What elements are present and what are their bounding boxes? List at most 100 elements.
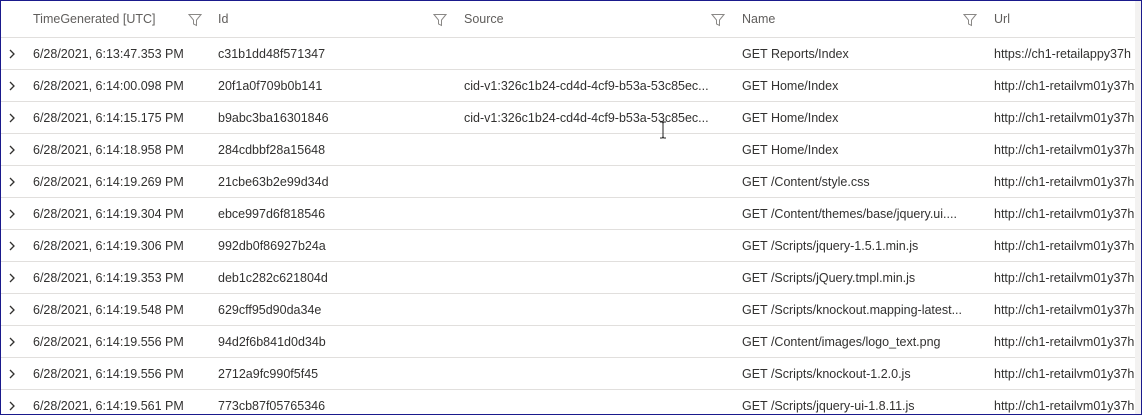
filter-icon[interactable] — [962, 13, 978, 27]
chevron-right-icon[interactable] — [1, 102, 23, 133]
column-header-time[interactable]: TimeGenerated [UTC] — [33, 1, 203, 37]
column-header-source[interactable]: Source — [464, 1, 722, 37]
table-row[interactable]: 6/28/2021, 6:14:19.561 PM 773cb87f0576534… — [1, 390, 1141, 414]
cell-id: 773cb87f05765346 — [218, 390, 448, 414]
cell-url: https://ch1-retailappy37h — [994, 38, 1141, 69]
cell-time-text: 6/28/2021, 6:14:19.306 PM — [33, 238, 184, 253]
cell-id-text: deb1c282c621804d — [218, 270, 328, 285]
cell-time: 6/28/2021, 6:14:19.556 PM — [33, 326, 203, 357]
table-row[interactable]: 6/28/2021, 6:14:19.548 PM 629cff95d90da34… — [1, 294, 1141, 326]
cell-time: 6/28/2021, 6:13:47.353 PM — [33, 38, 203, 69]
cell-source — [464, 38, 722, 69]
column-header-source-label: Source — [464, 12, 504, 26]
cell-source — [464, 326, 722, 357]
filter-icon[interactable] — [187, 13, 203, 27]
table-row[interactable]: 6/28/2021, 6:14:19.556 PM 2712a9fc990f5f4… — [1, 358, 1141, 390]
cell-url-text: https://ch1-retailappy37h — [994, 46, 1131, 61]
cell-name-text: GET /Content/themes/base/jquery.ui.... — [742, 206, 957, 221]
table-row[interactable]: 6/28/2021, 6:14:00.098 PM 20f1a0f709b0b14… — [1, 70, 1141, 102]
cell-id-text: c31b1dd48f571347 — [218, 46, 326, 61]
cell-name-text: GET /Scripts/jquery-1.5.1.min.js — [742, 238, 919, 253]
text-cursor-icon — [658, 121, 668, 139]
chevron-right-icon[interactable] — [1, 70, 23, 101]
cell-source — [464, 198, 722, 229]
cell-name: GET Reports/Index — [742, 38, 978, 69]
cell-url: http://ch1-retailvm01y37h — [994, 166, 1141, 197]
cell-url-text: http://ch1-retailvm01y37h — [994, 270, 1135, 285]
grid-header: TimeGenerated [UTC] Id Source Name Url — [1, 1, 1141, 38]
cell-url: http://ch1-retailvm01y37h — [994, 102, 1141, 133]
cell-time-text: 6/28/2021, 6:14:19.269 PM — [33, 174, 184, 189]
cell-id: 629cff95d90da34e — [218, 294, 448, 325]
chevron-right-icon[interactable] — [1, 294, 23, 325]
column-header-name[interactable]: Name — [742, 1, 978, 37]
cell-url-text: http://ch1-retailvm01y37h — [994, 366, 1135, 381]
cell-name: GET /Scripts/jquery-1.5.1.min.js — [742, 230, 978, 261]
cell-time-text: 6/28/2021, 6:14:19.556 PM — [33, 366, 184, 381]
cell-url: http://ch1-retailvm01y37h — [994, 230, 1141, 261]
cell-source-text: cid-v1:326c1b24-cd4d-4cf9-b53a-53c85ec..… — [464, 78, 709, 93]
filter-icon[interactable] — [710, 13, 726, 27]
cell-time: 6/28/2021, 6:14:19.556 PM — [33, 358, 203, 389]
cell-url-text: http://ch1-retailvm01y37h — [994, 110, 1135, 125]
cell-url: http://ch1-retailvm01y37h — [994, 390, 1141, 414]
cell-name-text: GET Home/Index — [742, 78, 839, 93]
cell-name: GET /Scripts/jQuery.tmpl.min.js — [742, 262, 978, 293]
cell-time: 6/28/2021, 6:14:19.548 PM — [33, 294, 203, 325]
cell-time: 6/28/2021, 6:14:19.306 PM — [33, 230, 203, 261]
vertical-scrollbar[interactable] — [1135, 1, 1141, 414]
cell-id-text: 773cb87f05765346 — [218, 398, 326, 413]
cell-id-text: 21cbe63b2e99d34d — [218, 174, 329, 189]
table-row[interactable]: 6/28/2021, 6:14:18.958 PM 284cdbbf28a1564… — [1, 134, 1141, 166]
cell-url: http://ch1-retailvm01y37h — [994, 134, 1141, 165]
cell-id-text: 992db0f86927b24a — [218, 238, 326, 253]
cell-source — [464, 166, 722, 197]
cell-url-text: http://ch1-retailvm01y37h — [994, 334, 1135, 349]
cell-source — [464, 230, 722, 261]
table-row[interactable]: 6/28/2021, 6:14:19.556 PM 94d2f6b841d0d34… — [1, 326, 1141, 358]
chevron-right-icon[interactable] — [1, 166, 23, 197]
cell-id-text: 2712a9fc990f5f45 — [218, 366, 319, 381]
chevron-right-icon[interactable] — [1, 326, 23, 357]
table-row[interactable]: 6/28/2021, 6:14:19.306 PM 992db0f86927b24… — [1, 230, 1141, 262]
cell-id: deb1c282c621804d — [218, 262, 448, 293]
cell-name-text: GET Reports/Index — [742, 46, 849, 61]
column-header-id[interactable]: Id — [218, 1, 448, 37]
cell-name: GET /Scripts/knockout-1.2.0.js — [742, 358, 978, 389]
cell-id: 992db0f86927b24a — [218, 230, 448, 261]
cell-time-text: 6/28/2021, 6:14:19.556 PM — [33, 334, 184, 349]
table-row[interactable]: 6/28/2021, 6:14:15.175 PM b9abc3ba1630184… — [1, 102, 1141, 134]
cell-id: b9abc3ba16301846 — [218, 102, 448, 133]
cell-id: 21cbe63b2e99d34d — [218, 166, 448, 197]
cell-id: 94d2f6b841d0d34b — [218, 326, 448, 357]
cell-url: http://ch1-retailvm01y37h — [994, 198, 1141, 229]
table-row[interactable]: 6/28/2021, 6:14:19.269 PM 21cbe63b2e99d34… — [1, 166, 1141, 198]
cell-time: 6/28/2021, 6:14:19.269 PM — [33, 166, 203, 197]
chevron-right-icon[interactable] — [1, 38, 23, 69]
cell-time-text: 6/28/2021, 6:14:15.175 PM — [33, 110, 184, 125]
table-row[interactable]: 6/28/2021, 6:13:47.353 PM c31b1dd48f57134… — [1, 38, 1141, 70]
column-header-url[interactable]: Url — [994, 1, 1141, 37]
chevron-right-icon[interactable] — [1, 262, 23, 293]
cell-time-text: 6/28/2021, 6:14:19.548 PM — [33, 302, 184, 317]
cell-id: 2712a9fc990f5f45 — [218, 358, 448, 389]
table-row[interactable]: 6/28/2021, 6:14:19.353 PM deb1c282c621804… — [1, 262, 1141, 294]
cell-id-text: b9abc3ba16301846 — [218, 110, 329, 125]
cell-source — [464, 262, 722, 293]
cell-source — [464, 294, 722, 325]
chevron-right-icon[interactable] — [1, 198, 23, 229]
cell-id: ebce997d6f818546 — [218, 198, 448, 229]
cell-name: GET /Scripts/jquery-ui-1.8.11.js — [742, 390, 978, 414]
filter-icon[interactable] — [432, 13, 448, 27]
chevron-right-icon[interactable] — [1, 390, 23, 414]
chevron-right-icon[interactable] — [1, 134, 23, 165]
cell-name: GET Home/Index — [742, 102, 978, 133]
chevron-right-icon[interactable] — [1, 358, 23, 389]
chevron-right-icon[interactable] — [1, 230, 23, 261]
cell-id: c31b1dd48f571347 — [218, 38, 448, 69]
cell-source-text: cid-v1:326c1b24-cd4d-4cf9-b53a-53c85ec..… — [464, 110, 709, 125]
cell-id-text: 284cdbbf28a15648 — [218, 142, 326, 157]
cell-name: GET /Content/images/logo_text.png — [742, 326, 978, 357]
cell-time: 6/28/2021, 6:14:15.175 PM — [33, 102, 203, 133]
table-row[interactable]: 6/28/2021, 6:14:19.304 PM ebce997d6f81854… — [1, 198, 1141, 230]
